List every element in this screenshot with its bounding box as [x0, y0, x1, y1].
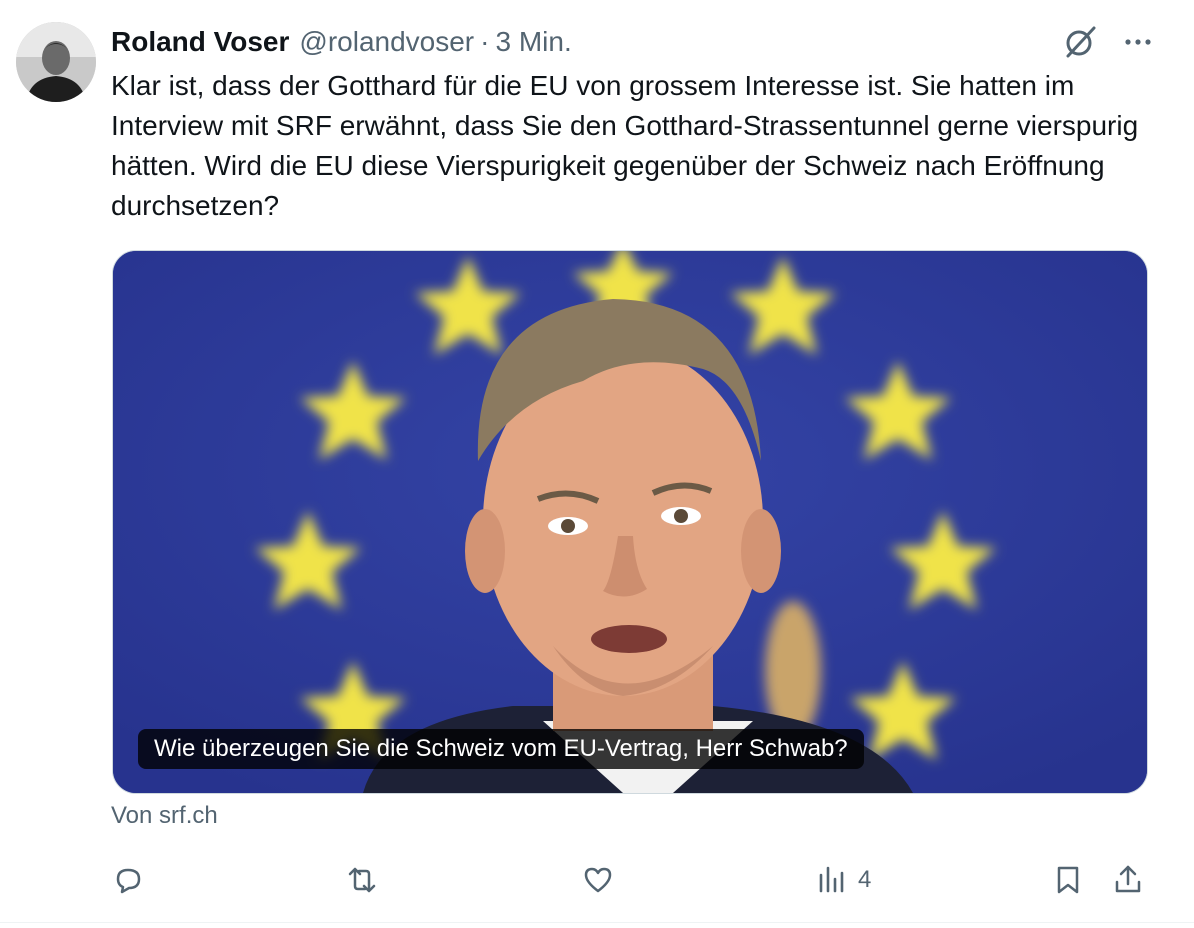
link-card[interactable]: Wie überzeugen Sie die Schweiz vom EU-Ve…: [112, 250, 1148, 794]
like-icon: [584, 867, 612, 893]
repost-button[interactable]: [344, 862, 380, 898]
author-name[interactable]: Roland Voser: [111, 26, 289, 58]
card-source[interactable]: Von srf.ch: [111, 802, 218, 830]
author-handle[interactable]: @rolandvoser: [299, 26, 474, 58]
views-icon: [819, 866, 844, 893]
tweet-top-actions: [1062, 24, 1154, 60]
author-avatar[interactable]: [16, 22, 96, 102]
share-button[interactable]: [1110, 862, 1146, 898]
reply-button[interactable]: [110, 862, 146, 898]
divider: [0, 922, 1194, 923]
tweet-timestamp[interactable]: 3 Min.: [495, 26, 571, 58]
more-options-icon[interactable]: [1122, 26, 1154, 58]
share-icon: [1115, 865, 1141, 893]
repost-icon: [348, 867, 376, 893]
reply-icon: [116, 868, 141, 894]
bookmark-icon: [1057, 866, 1079, 894]
tweet-header: Roland Voser @rolandvoser · 3 Min.: [111, 24, 572, 60]
like-button[interactable]: [580, 862, 616, 898]
views-button[interactable]: 4: [814, 862, 871, 898]
bookmark-button[interactable]: [1050, 862, 1086, 898]
header-separator: ·: [480, 26, 490, 57]
card-caption: Wie überzeugen Sie die Schweiz vom EU-Ve…: [138, 729, 864, 769]
views-count: 4: [858, 866, 872, 893]
tweet-text: Klar ist, dass der Gotthard für die EU v…: [111, 70, 1139, 221]
card-image: [113, 251, 1147, 793]
tweet-actions: 4: [0, 852, 1194, 908]
grok-icon[interactable]: [1062, 24, 1098, 60]
